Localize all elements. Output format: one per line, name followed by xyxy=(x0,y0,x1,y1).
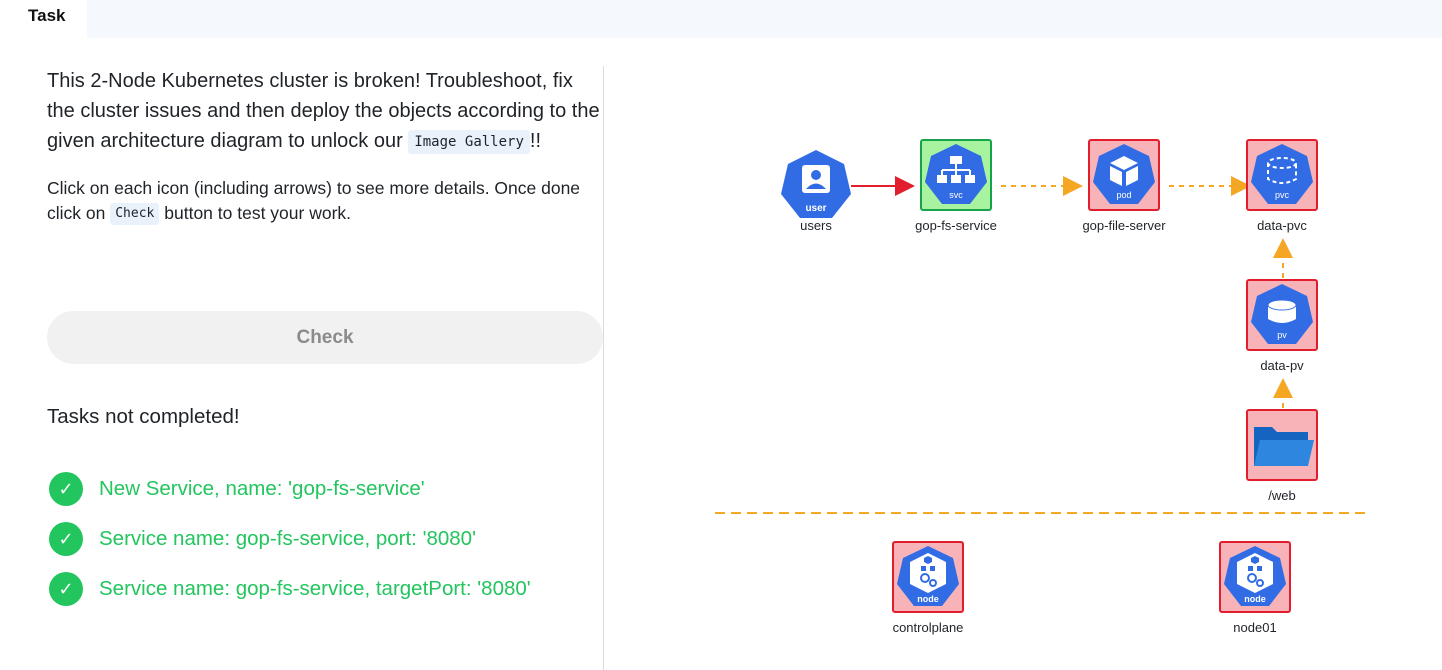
tab-bar: Task xyxy=(8,0,1442,38)
task-label: Service name: gop-fs-service, targetPort… xyxy=(99,577,531,600)
check-code: Check xyxy=(110,203,160,226)
status-text: Tasks not completed! xyxy=(47,405,240,428)
users-node[interactable]: user xyxy=(780,150,852,222)
svg-text:pvc: pvc xyxy=(1275,190,1290,200)
controlplane-node[interactable]: node xyxy=(892,541,964,613)
svg-text:user: user xyxy=(805,203,826,214)
folder-icon xyxy=(1254,427,1314,466)
controlplane-label: controlplane xyxy=(892,620,964,635)
web-folder-node[interactable] xyxy=(1246,409,1318,481)
svg-text:node: node xyxy=(1244,594,1266,604)
pod-icon: pod xyxy=(1093,144,1155,204)
task-label: Service name: gop-fs-service, port: '808… xyxy=(99,527,476,550)
k8s-node-icon: node xyxy=(1224,546,1286,606)
check-circle-icon: ✓ xyxy=(49,572,83,606)
diagram-connectors xyxy=(715,176,1369,514)
svg-text:node: node xyxy=(917,594,939,604)
node01-label: node01 xyxy=(1233,620,1277,635)
task-item: ✓ Service name: gop-fs-service, port: '8… xyxy=(49,521,476,557)
node01-node[interactable]: node xyxy=(1219,541,1291,613)
intro-suffix: !! xyxy=(529,130,542,152)
panel-divider xyxy=(603,66,604,670)
pvc-node[interactable]: pvc xyxy=(1246,139,1318,211)
service-icon: svc xyxy=(925,144,987,204)
users-label: users xyxy=(800,218,832,233)
service-label: gop-fs-service xyxy=(915,218,997,233)
svg-text:pod: pod xyxy=(1116,190,1131,200)
check-circle-icon: ✓ xyxy=(49,472,83,506)
pvc-icon: pvc xyxy=(1251,144,1313,204)
image-gallery-code: Image Gallery xyxy=(408,129,530,154)
check-button[interactable]: Check xyxy=(47,311,603,364)
intro-paragraph: This 2-Node Kubernetes cluster is broken… xyxy=(47,66,603,156)
pvc-label: data-pvc xyxy=(1257,218,1307,233)
pv-node[interactable]: pv xyxy=(1246,279,1318,351)
k8s-node-icon: node xyxy=(897,546,959,606)
pod-node[interactable]: pod xyxy=(1088,139,1160,211)
svg-text:svc: svc xyxy=(949,190,963,200)
task-label: New Service, name: 'gop-fs-service' xyxy=(99,477,425,500)
tab-task[interactable]: Task xyxy=(8,0,87,38)
pv-label: data-pv xyxy=(1260,358,1304,373)
svg-text:pv: pv xyxy=(1277,330,1287,340)
user-icon: user xyxy=(781,150,851,218)
web-label: /web xyxy=(1268,488,1296,503)
task-item: ✓ New Service, name: 'gop-fs-service' xyxy=(49,471,425,507)
instructions-after: button to test your work. xyxy=(164,203,352,223)
pv-icon: pv xyxy=(1251,284,1313,344)
task-description: This 2-Node Kubernetes cluster is broken… xyxy=(47,66,603,226)
check-circle-icon: ✓ xyxy=(49,522,83,556)
task-item: ✓ Service name: gop-fs-service, targetPo… xyxy=(49,571,531,607)
instructions-paragraph: Click on each icon (including arrows) to… xyxy=(47,176,603,226)
architecture-diagram: user users svc gop-fs-service pod gop-fi… xyxy=(605,40,1442,670)
pod-label: gop-file-server xyxy=(1082,218,1166,233)
service-node[interactable]: svc xyxy=(920,139,992,211)
